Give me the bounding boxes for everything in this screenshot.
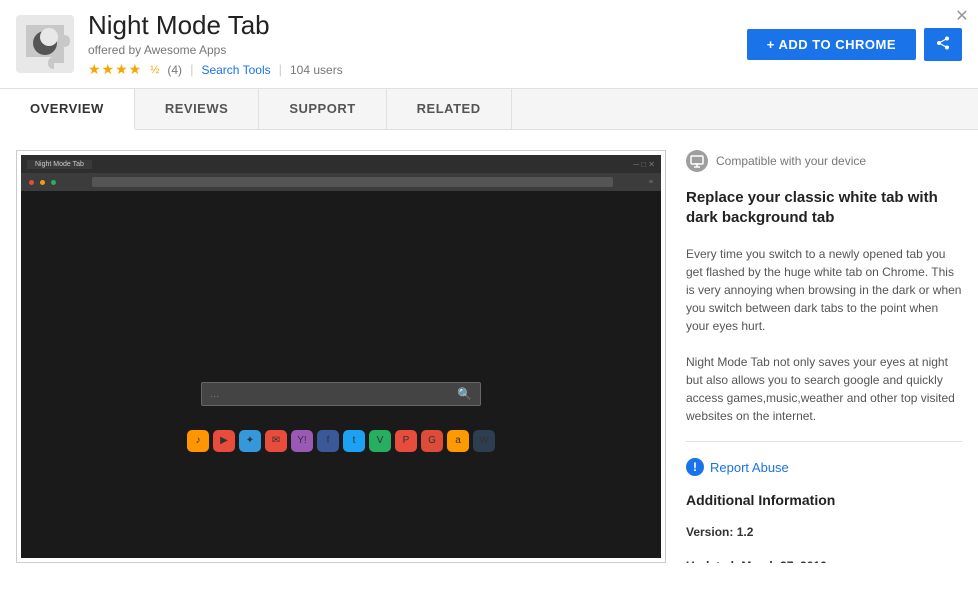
- rating-count: (4): [167, 63, 182, 77]
- separator2: |: [279, 62, 282, 77]
- half-star: ½: [150, 64, 159, 76]
- additional-info-title: Additional Information: [686, 492, 962, 508]
- divider: [686, 441, 962, 442]
- report-abuse-link[interactable]: ! Report Abuse: [686, 458, 962, 476]
- user-count: 104 users: [290, 63, 343, 77]
- close-button[interactable]: ✕: [952, 6, 972, 26]
- app-icon-video: ▶: [213, 430, 235, 452]
- updated-row: Updated: March 27, 2016: [686, 557, 962, 563]
- tab-related[interactable]: RELATED: [387, 89, 512, 129]
- version-value: 1.2: [737, 525, 754, 539]
- description-p1: Every time you switch to a newly opened …: [686, 245, 962, 335]
- screenshot-area: Night Mode Tab ─ □ ✕ ≡ 🔍 ♪ ▶ ✦ ✉: [16, 150, 666, 563]
- right-sidebar: Compatible with your device Replace your…: [686, 150, 962, 563]
- screenshot-inner: Night Mode Tab ─ □ ✕ ≡ 🔍 ♪ ▶ ✦ ✉: [21, 155, 661, 558]
- app-icon-google: G: [421, 430, 443, 452]
- top-bar: Night Mode Tab offered by Awesome Apps ★…: [0, 0, 978, 89]
- header-actions: + ADD TO CHROME: [747, 28, 962, 61]
- tab-support[interactable]: SUPPORT: [259, 89, 386, 129]
- app-icons-row: ♪ ▶ ✦ ✉ Y! f t V P G a W: [187, 430, 495, 452]
- compatible-text: Compatible with your device: [716, 154, 866, 168]
- compatible-row: Compatible with your device: [686, 150, 962, 172]
- extension-title: Night Mode Tab: [88, 10, 747, 41]
- app-icon-facebook: f: [317, 430, 339, 452]
- dot-yellow: [40, 180, 45, 185]
- dot-green: [51, 180, 56, 185]
- app-icon-w: W: [473, 430, 495, 452]
- extension-icon: [16, 15, 74, 73]
- dark-search-box: 🔍: [201, 382, 481, 406]
- dark-search-input[interactable]: [210, 388, 457, 400]
- version-label: Version:: [686, 525, 733, 539]
- report-abuse-label: Report Abuse: [710, 460, 789, 475]
- app-icon-v: V: [369, 430, 391, 452]
- share-icon: [936, 36, 950, 50]
- report-icon: !: [686, 458, 704, 476]
- tab-overview[interactable]: OVERVIEW: [0, 89, 135, 130]
- tab-reviews[interactable]: REVIEWS: [135, 89, 259, 129]
- description-title: Replace your classic white tab with dark…: [686, 188, 962, 227]
- mini-address-bar: ≡: [21, 173, 661, 191]
- mini-toolbar-icons: ≡: [649, 179, 653, 186]
- share-button[interactable]: [924, 28, 962, 61]
- add-to-chrome-button[interactable]: + ADD TO CHROME: [747, 29, 916, 60]
- app-icon-star: ✦: [239, 430, 261, 452]
- search-icon: 🔍: [457, 387, 472, 401]
- description-p2: Night Mode Tab not only saves your eyes …: [686, 353, 962, 425]
- rating-row: ★★★★ ½ (4) | Search Tools | 104 users: [88, 61, 747, 78]
- app-icon-mail: ✉: [265, 430, 287, 452]
- extension-author: offered by Awesome Apps: [88, 43, 747, 57]
- updated-label: Updated:: [686, 559, 738, 563]
- app-icon-music: ♪: [187, 430, 209, 452]
- tab-navigation: OVERVIEW REVIEWS SUPPORT RELATED: [0, 89, 978, 130]
- dot-red: [29, 180, 34, 185]
- main-content: Night Mode Tab ─ □ ✕ ≡ 🔍 ♪ ▶ ✦ ✉: [0, 130, 978, 583]
- search-tools-link[interactable]: Search Tools: [201, 63, 270, 77]
- compatible-icon: [686, 150, 708, 172]
- app-icon-yahoo: Y!: [291, 430, 313, 452]
- app-icon-pinterest: P: [395, 430, 417, 452]
- title-block: Night Mode Tab offered by Awesome Apps ★…: [88, 10, 747, 78]
- mini-controls: ─ □ ✕: [633, 160, 655, 169]
- mini-tab-bar: Night Mode Tab ─ □ ✕: [21, 155, 661, 173]
- updated-value: March 27, 2016: [741, 559, 826, 563]
- mini-url-bar: [92, 177, 613, 187]
- star-rating: ★★★★: [88, 61, 142, 78]
- separator: |: [190, 62, 193, 77]
- mini-tab: Night Mode Tab: [27, 160, 92, 169]
- version-row: Version: 1.2: [686, 523, 962, 542]
- app-icon-amazon: a: [447, 430, 469, 452]
- app-icon-twitter: t: [343, 430, 365, 452]
